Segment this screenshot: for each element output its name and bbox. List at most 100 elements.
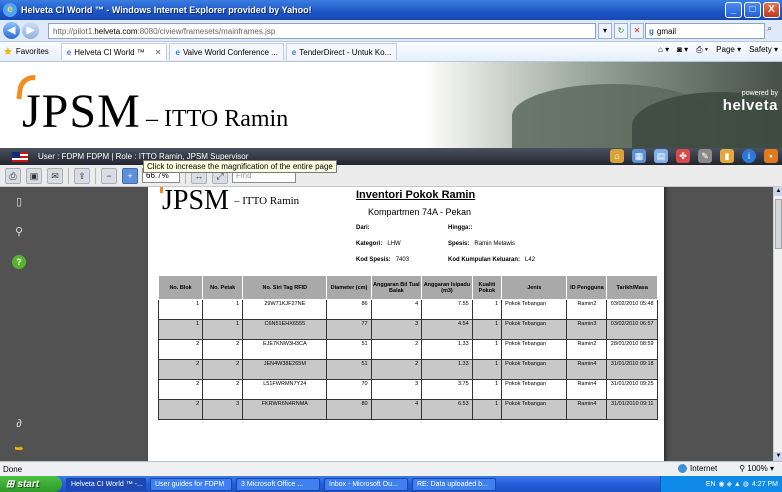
table-cell: 31/01/2010 09:25 — [606, 379, 658, 400]
document-icon[interactable]: ▤ — [654, 149, 668, 163]
close-tab-icon[interactable]: ✕ — [155, 48, 162, 57]
table-cell: 2 — [157, 339, 204, 360]
table-row: 1 1 C6N51EHX6555 77 3 4.54 1 Pokok Tebangan Rami… — [157, 319, 658, 340]
tray-icons[interactable]: ◉ ◈ ▲ ◍ — [719, 480, 749, 488]
globe-icon — [678, 464, 688, 474]
home-icon[interactable]: ⌂ ▾ — [658, 45, 669, 55]
report-page: JPSM – ITTO Ramin Inventori Pokok Ramin … — [148, 187, 664, 461]
table-cell: 2 — [202, 339, 244, 360]
task-inbox[interactable]: Inbox - Microsoft Ou... — [324, 477, 408, 491]
back-button[interactable]: ◀ — [3, 22, 20, 39]
safety-menu[interactable]: Safety ▾ — [749, 45, 778, 55]
tab-helveta[interactable]: e Helveta CI World ™ ✕ — [60, 43, 168, 60]
language-indicator[interactable]: EN — [706, 481, 716, 488]
status-text: Done — [3, 464, 23, 474]
report-subtitle: Kompartmen 74A - Pekan — [368, 207, 472, 217]
comment-icon[interactable]: ➥ — [12, 442, 26, 456]
viewer-toolbar: ⎙ ▣ ✉ ⇪ − + 66.7% ↔ ⤢ Find — [0, 165, 782, 187]
scroll-thumb[interactable] — [775, 199, 782, 249]
col-kualiti: Kualiti Pokok — [471, 275, 503, 300]
search-value: gmail — [656, 26, 677, 36]
table-cell: 1 — [471, 319, 503, 340]
help-icon[interactable]: ? — [12, 255, 26, 269]
vertical-scrollbar[interactable]: ▲ ▼ — [773, 187, 782, 461]
kategori-label: Kategori: — [356, 241, 383, 247]
col-id-pengguna: ID Pengguna — [566, 275, 608, 300]
table-cell: Ramin4 — [566, 379, 608, 400]
task-re-data[interactable]: RE: Data uploaded b... — [412, 477, 496, 491]
table-cell: 4 — [370, 299, 423, 320]
home-icon[interactable]: ⌂ — [610, 149, 624, 163]
table-header-row: No. Blok No. Petak No. Siri Tag RFID Dia… — [157, 275, 658, 300]
col-no-petak: No. Petak — [202, 275, 244, 300]
table-cell: 1 — [202, 319, 244, 340]
star-icon[interactable]: ★ — [3, 45, 13, 58]
table-cell: 31/01/2010 09:11 — [606, 399, 658, 420]
reports-icon[interactable]: ▮ — [720, 149, 734, 163]
table-cell: 28/01/2010 08:59 — [606, 339, 658, 360]
zoom-indicator[interactable]: ⚲ 100% ▾ — [739, 464, 774, 473]
table-cell: 1 — [471, 399, 503, 420]
users-icon[interactable]: ✤ — [676, 149, 690, 163]
zone-indicator: Internet — [678, 464, 717, 474]
task-helveta[interactable]: Helveta CI World ™ -... — [66, 477, 146, 491]
table-cell: Pokok Tebangan — [501, 299, 568, 320]
document-viewer[interactable]: JPSM – ITTO Ramin Inventori Pokok Ramin … — [140, 187, 773, 461]
window-title: Helveta CI World ™ - Windows Internet Ex… — [21, 5, 312, 15]
forward-button[interactable]: ▶ — [22, 22, 39, 39]
tools-icon[interactable]: ✎ — [698, 149, 712, 163]
table-row: 2 2 EJE7KNW3H3CA 51 2 1.33 1 Pokok Tebangan Rami… — [157, 339, 658, 360]
export-icon[interactable]: ⇪ — [74, 167, 90, 184]
system-tray: EN ◉ ◈ ▲ ◍ 4:27 PM — [660, 476, 782, 492]
powered-by-label: powered by — [741, 90, 778, 97]
address-bar: ◀ ▶ http://pilot1. helveta.com:8080/civie… — [0, 20, 782, 42]
search-icon[interactable]: ⚲ — [12, 225, 26, 239]
print-icon[interactable]: ⎙ ▾ — [696, 45, 708, 55]
zoom-in-icon[interactable]: + — [122, 167, 138, 184]
close-button[interactable]: X — [763, 2, 780, 18]
kod-kumpulan-label: Kod Kumpulan Keluaran: — [448, 257, 521, 263]
minimize-button[interactable]: _ — [725, 2, 742, 18]
start-button[interactable]: ⊞ start — [0, 476, 62, 492]
task-user-guides[interactable]: User guides for FDPM — [150, 477, 232, 491]
page-menu[interactable]: Page ▾ — [716, 45, 741, 55]
search-icon[interactable]: ⌕ — [767, 23, 772, 34]
url-input[interactable]: http://pilot1. helveta.com:8080/ciview/fr… — [48, 23, 596, 39]
pages-icon[interactable]: ▯ — [12, 195, 26, 209]
table-cell: 03/02/2010 05:48 — [606, 299, 658, 320]
table-cell: 2 — [202, 359, 244, 380]
refresh-icon[interactable]: ↻ — [614, 23, 628, 39]
col-rfid: No. Siri Tag RFID — [242, 275, 328, 300]
stop-icon[interactable]: ✕ — [630, 23, 644, 39]
logout-icon[interactable]: ▪ — [764, 149, 778, 163]
save-icon[interactable]: ▣ — [26, 167, 42, 184]
scroll-down-icon[interactable]: ▼ — [774, 452, 782, 461]
dropdown-icon[interactable]: ▾ — [598, 23, 612, 39]
table-cell: Ramin3 — [566, 319, 608, 340]
task-office[interactable]: 3 Microsoft Office ... — [236, 477, 320, 491]
attachment-icon[interactable]: ∂ — [12, 417, 26, 431]
col-bil-tual: Anggaran Bil Tual Balak — [370, 275, 423, 300]
feeds-icon[interactable]: ◙ ▾ — [677, 45, 688, 55]
table-row: 2 3 FKRWR6N4RNMA 80 4 6.53 1 Pokok Tebangan Rami… — [157, 399, 658, 420]
maximize-button[interactable]: □ — [744, 2, 761, 18]
info-icon[interactable]: i — [742, 149, 756, 163]
user-bar: User : FDPM FDPM | Role : ITTO Ramin, JP… — [0, 148, 782, 165]
zoom-out-icon[interactable]: − — [101, 167, 117, 184]
search-input[interactable]: g gmail — [645, 23, 765, 39]
app-banner: JPSM – ITTO Ramin powered by helveta — [0, 62, 782, 148]
print-icon[interactable]: ⎙ — [5, 167, 21, 184]
viewer-sidebar: ▯ ⚲ ? ∂ ➥ — [0, 187, 140, 461]
tab-tenderdirect[interactable]: e TenderDirect - Untuk Ko... — [285, 43, 398, 60]
table-cell: 1.33 — [421, 359, 473, 380]
scroll-up-icon[interactable]: ▲ — [774, 187, 782, 196]
table-cell: 03/02/2010 06:57 — [606, 319, 658, 340]
taskbar: ⊞ start Helveta CI World ™ -... User guid… — [0, 476, 782, 492]
favorites-label[interactable]: Favorites — [16, 47, 49, 56]
table-cell: EJE7KNW3H3CA — [242, 339, 328, 360]
table-cell: 1 — [471, 359, 503, 380]
email-icon[interactable]: ✉ — [47, 167, 63, 184]
tab-valve-world[interactable]: e Valve World Conference ... — [169, 43, 284, 60]
table-icon[interactable]: ▦ — [632, 149, 646, 163]
kod-kumpulan-value: L42 — [525, 257, 536, 263]
